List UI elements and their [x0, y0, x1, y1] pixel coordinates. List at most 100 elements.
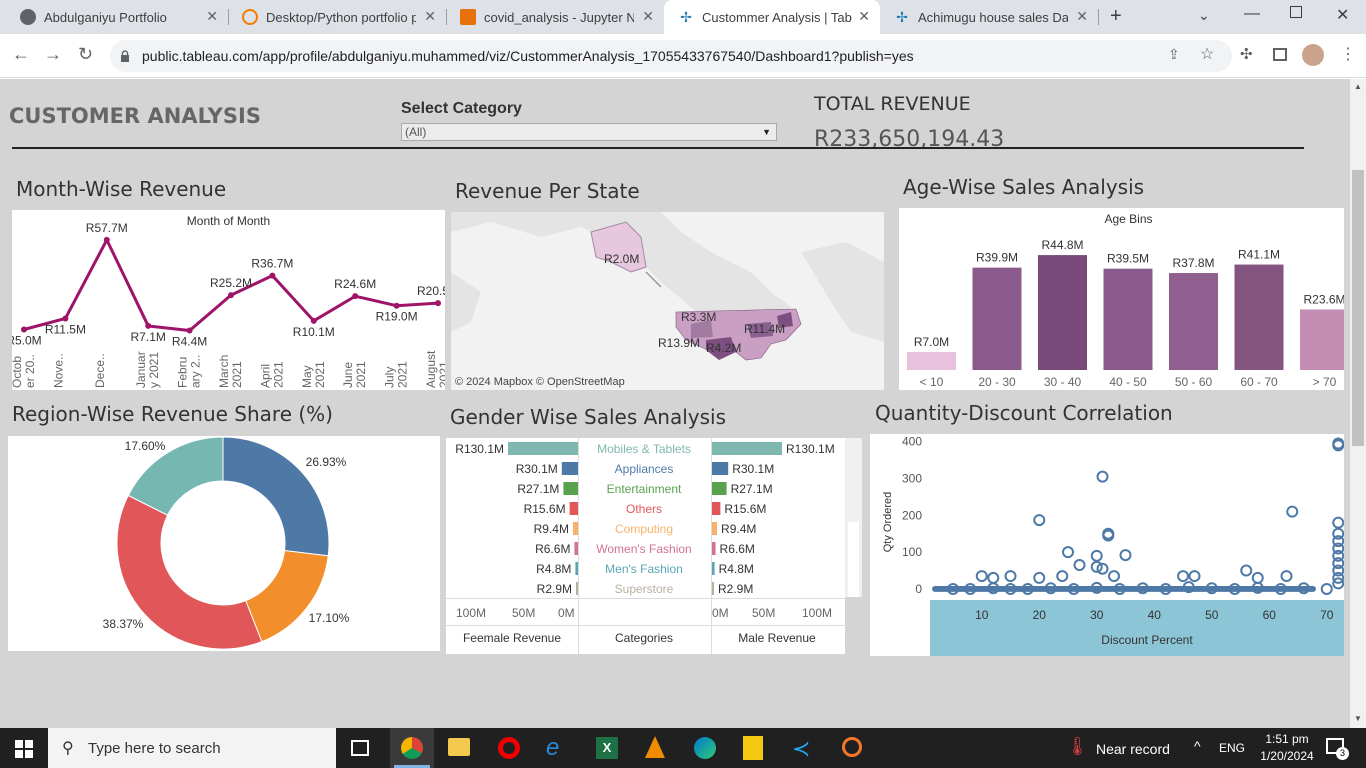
close-icon[interactable]: ✕ [642, 8, 654, 25]
extensions-icon[interactable]: ✣ [1240, 45, 1253, 63]
scroll-up-icon[interactable]: ▲ [1354, 82, 1362, 91]
male-bar [712, 562, 715, 575]
x-tick-label: March 2021 [217, 355, 244, 388]
gender-scrollbar[interactable] [845, 438, 862, 597]
scatter-point [1033, 514, 1046, 527]
chrome-taskbar-button[interactable] [390, 728, 434, 768]
male-bar [712, 462, 729, 475]
chevron-down-icon[interactable]: ⌄ [1198, 7, 1210, 24]
donut-slice [245, 549, 329, 643]
minimize-icon[interactable]: — [1244, 5, 1260, 23]
windows-start-icon[interactable] [15, 740, 33, 758]
clock-time[interactable]: 1:51 pm [1256, 732, 1318, 746]
close-window-icon[interactable]: ✕ [1336, 5, 1349, 25]
scatter-point [1251, 571, 1264, 584]
lock-icon [120, 49, 130, 62]
y-axis-title: Qty Ordered [882, 492, 894, 553]
close-icon[interactable]: ✕ [858, 8, 870, 25]
notification-count: 3 [1336, 747, 1349, 760]
clock-date[interactable]: 1/20/2024 [1250, 749, 1324, 763]
menu-icon[interactable]: ⋮ [1340, 44, 1356, 64]
state-label: R2.0M [604, 252, 640, 266]
scatter-chart: 0 100 200 300 400 10 20 30 40 50 60 70 Discount Perc… [882, 435, 1345, 656]
female-value-label: R30.1M [516, 462, 558, 476]
browser-tab[interactable]: Abdulganiyu Portfolio ✕ [6, 0, 228, 34]
line-point [310, 317, 317, 324]
line-point [186, 327, 193, 334]
tick-text: er 20.. [23, 354, 37, 388]
scatter-point [987, 571, 1000, 584]
ie-icon[interactable]: e [546, 734, 559, 762]
female-value-label: R4.8M [536, 562, 571, 576]
vscode-icon[interactable]: ≺ [792, 736, 810, 762]
chevron-up-icon[interactable]: ^ [1194, 738, 1201, 754]
x-tick-label: July 2021 [383, 361, 410, 388]
data-label: R37.8M [1172, 256, 1214, 270]
task-view-icon[interactable] [351, 740, 369, 756]
female-bar [575, 562, 578, 575]
line-point [145, 322, 152, 329]
reload-icon[interactable]: ↻ [78, 44, 93, 65]
avatar[interactable] [1302, 44, 1324, 66]
edge-icon[interactable] [694, 737, 716, 759]
tableau-icon: ✢ [896, 9, 908, 25]
vlc-icon[interactable] [645, 736, 665, 758]
x-tick-label: Octob er 20.. [12, 354, 37, 388]
axis-tick: 0M [712, 606, 729, 620]
category-label: Others [626, 502, 662, 516]
dashboard-title: CUSTOMER ANALYSIS [9, 104, 261, 128]
thermometer-icon: 🌡 [1066, 736, 1089, 756]
back-icon[interactable]: ← [12, 44, 30, 65]
region-chart-title: Region-Wise Revenue Share (%) [12, 402, 333, 426]
data-label: R25.2M [210, 276, 252, 290]
tick-text: ary 2.. [189, 355, 203, 388]
data-label: R24.6M [334, 277, 376, 291]
x-tick-label: 70 [1320, 608, 1334, 622]
data-label: R19.0M [376, 310, 418, 324]
male-value-label: R15.6M [724, 502, 766, 516]
close-icon[interactable]: ✕ [424, 8, 436, 25]
gender-bar-chart: R130.1M R130.1M Mobiles & Tablets R30.1M R30… [446, 438, 845, 654]
scatter-point [1004, 570, 1017, 583]
browser-tab[interactable]: ✢ Achimugu house sales Dash ✕ [880, 0, 1098, 34]
scroll-down-icon[interactable]: ▼ [1354, 714, 1362, 723]
excel-icon[interactable]: X [596, 737, 618, 759]
share-icon[interactable]: ⇪ [1168, 46, 1180, 63]
male-value-label: R27.1M [731, 482, 773, 496]
browser-tab-active[interactable]: ✢ Custommer Analysis | Tablea ✕ [664, 0, 880, 34]
opera-icon[interactable] [498, 737, 520, 759]
jupyter-taskbar-icon[interactable] [842, 737, 862, 757]
language-indicator[interactable]: ENG [1219, 741, 1245, 755]
search-placeholder: Type here to search [88, 740, 221, 757]
forward-icon[interactable]: → [44, 44, 62, 65]
browser-tab[interactable]: Desktop/Python portfolio pr ✕ [228, 0, 446, 34]
chrome-icon [401, 737, 423, 759]
scatter-point [1240, 564, 1253, 577]
page-scroll-thumb[interactable] [1352, 170, 1364, 446]
scatter-point [1177, 570, 1189, 583]
axis-tick: 100M [456, 606, 486, 620]
url-text[interactable]: public.tableau.com/app/profile/abdulgani… [142, 48, 914, 64]
gender-scroll-thumb[interactable] [848, 522, 859, 597]
category-dropdown[interactable]: (All) ▼ [401, 123, 777, 141]
category-label: Superstore [615, 582, 674, 596]
female-bar [561, 462, 578, 475]
x-axis-title: Discount Percent [1101, 633, 1193, 647]
star-icon[interactable]: ☆ [1200, 44, 1214, 64]
data-label: R57.7M [86, 221, 128, 235]
maximize-icon[interactable] [1290, 6, 1302, 18]
close-icon[interactable]: ✕ [1076, 8, 1088, 25]
state-map[interactable]: R2.0M R3.3M R11.4M R13.9M R4.2M © 2024 M… [451, 212, 884, 390]
data-label: R44.8M [1041, 238, 1083, 252]
taskbar-search[interactable]: ⚲ Type here to search [48, 728, 336, 768]
weather-text[interactable]: Near record [1096, 741, 1170, 757]
new-tab-icon[interactable]: + [1110, 5, 1122, 28]
browser-tab[interactable]: covid_analysis - Jupyter Note ✕ [446, 0, 664, 34]
file-explorer-icon[interactable] [448, 738, 470, 756]
month-chart-title: Month-Wise Revenue [16, 177, 227, 201]
power-bi-icon[interactable] [743, 736, 763, 760]
close-icon[interactable]: ✕ [206, 8, 218, 25]
side-panel-icon[interactable] [1273, 48, 1287, 61]
region-donut-chart: 26.93% 17.10% 38.37% 17.60% [103, 436, 350, 650]
male-bar [712, 442, 782, 455]
